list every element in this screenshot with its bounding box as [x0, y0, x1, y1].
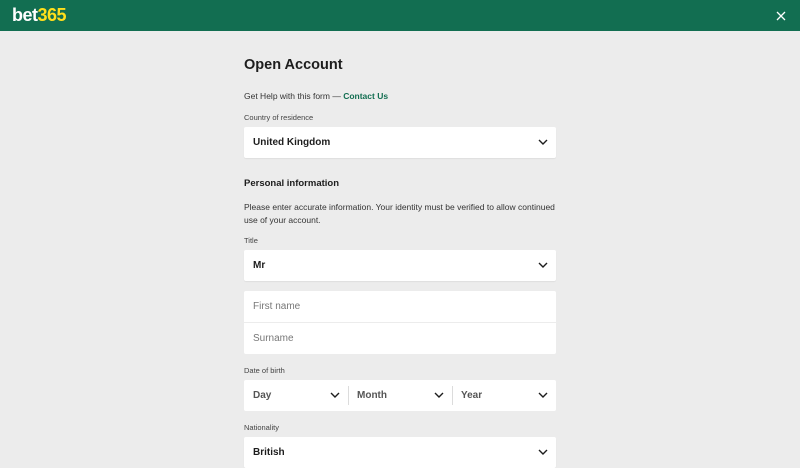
- title-label: Title: [244, 236, 258, 245]
- chevron-down-icon: [538, 139, 548, 145]
- top-bar: bet365: [0, 0, 800, 31]
- bet365-logo[interactable]: bet365: [12, 5, 67, 25]
- personal-info-description: Please enter accurate information. Your …: [244, 202, 555, 225]
- help-line: Get Help with this form — Contact Us: [244, 91, 388, 101]
- dob-month-value: Month: [357, 390, 387, 401]
- nationality-label: Nationality: [244, 423, 280, 432]
- logo-text-bet: bet: [12, 5, 38, 25]
- country-label: Country of residence: [244, 113, 314, 122]
- title-value: Mr: [253, 260, 266, 271]
- chevron-down-icon: [434, 392, 444, 398]
- surname-field[interactable]: [244, 323, 556, 354]
- contact-us-link[interactable]: Contact Us: [343, 91, 388, 101]
- dob-year-value: Year: [461, 390, 483, 401]
- country-value: United Kingdom: [253, 137, 331, 148]
- page-title: Open Account: [244, 57, 343, 73]
- chevron-down-icon: [538, 449, 548, 455]
- dob-label: Date of birth: [244, 366, 285, 375]
- chevron-down-icon: [538, 392, 548, 398]
- dob-year-select[interactable]: Year: [452, 380, 556, 411]
- help-text: Get Help with this form —: [244, 91, 344, 101]
- dob-day-select[interactable]: Day: [244, 380, 348, 411]
- logo-text-365: 365: [37, 5, 67, 25]
- dob-day-value: Day: [253, 390, 272, 401]
- personal-info-title: Personal information: [244, 178, 340, 189]
- close-icon: [776, 11, 786, 21]
- nationality-select[interactable]: British: [244, 437, 556, 468]
- dob-month-select[interactable]: Month: [348, 380, 452, 411]
- chevron-down-icon: [538, 262, 548, 268]
- dob-group: Day Month Year: [244, 380, 556, 411]
- chevron-down-icon: [330, 392, 340, 398]
- close-button[interactable]: [774, 9, 788, 23]
- first-name-field[interactable]: [244, 291, 556, 322]
- nationality-value: British: [253, 447, 285, 458]
- country-select[interactable]: United Kingdom: [244, 127, 556, 158]
- title-select[interactable]: Mr: [244, 250, 556, 281]
